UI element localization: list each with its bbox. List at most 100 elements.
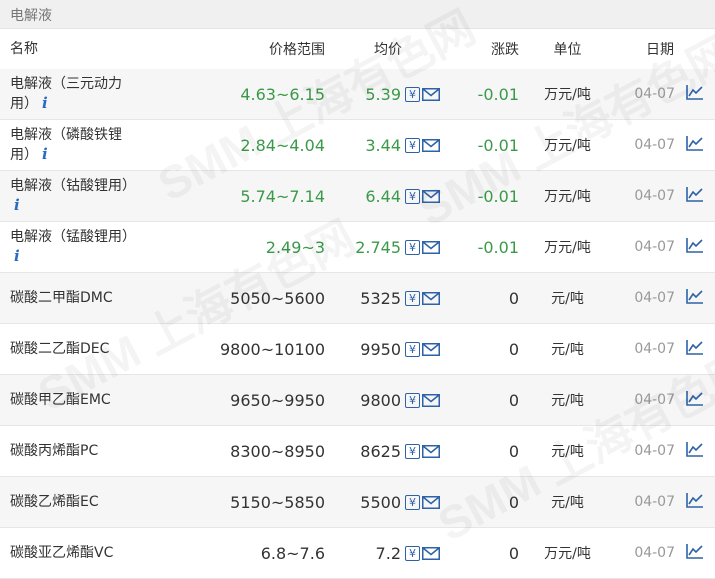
mail-icon[interactable] [422, 393, 440, 407]
product-name[interactable]: 电解液（三元动力 用） i [0, 69, 150, 120]
price-change: 0 [440, 425, 525, 477]
average-price-cell: 5.39 ¥ [325, 69, 440, 120]
yen-icon[interactable]: ¥ [405, 239, 420, 255]
table-row[interactable]: 电解液（锰酸锂用） i 2.49~3 2.745 ¥ -0.01 万元/吨 04-… [0, 221, 715, 273]
line-chart-icon[interactable] [686, 441, 704, 457]
table-row[interactable]: 碳酸二甲酯DMC 5050~5600 5325 ¥ 0 元/吨 04-07 [0, 272, 715, 324]
product-name[interactable]: 碳酸丙烯酯PC [0, 425, 150, 477]
average-price-cell: 5500 ¥ [325, 476, 440, 528]
unit: 万元/吨 [525, 221, 610, 273]
mail-icon[interactable] [422, 240, 440, 254]
price-range: 9800~10100 [150, 323, 325, 375]
chart-cell [675, 272, 715, 324]
yen-icon[interactable]: ¥ [405, 137, 420, 153]
yen-icon[interactable]: ¥ [405, 392, 420, 408]
price-range: 4.63~6.15 [150, 69, 325, 120]
header-unit: 单位 [525, 29, 610, 69]
unit: 元/吨 [525, 323, 610, 375]
unit: 元/吨 [525, 272, 610, 324]
price-range: 6.8~7.6 [150, 527, 325, 579]
average-price: 3.44 [365, 135, 401, 155]
mail-icon[interactable] [422, 546, 440, 560]
product-name[interactable]: 碳酸二甲酯DMC [0, 272, 150, 324]
date: 04-07 [610, 374, 675, 426]
mail-icon[interactable] [422, 87, 440, 101]
date: 04-07 [610, 527, 675, 579]
line-chart-icon[interactable] [686, 237, 704, 253]
line-chart-icon[interactable] [686, 186, 704, 202]
yen-icon[interactable]: ¥ [405, 188, 420, 204]
chart-cell [675, 323, 715, 375]
chart-cell [675, 425, 715, 477]
product-name[interactable]: 碳酸乙烯酯EC [0, 476, 150, 528]
product-name[interactable]: 碳酸二乙酯DEC [0, 323, 150, 375]
average-price: 5.39 [365, 84, 401, 104]
yen-icon[interactable]: ¥ [405, 494, 420, 510]
chart-cell [675, 476, 715, 528]
table-header-row: 名称 价格范围 均价 涨跌 单位 日期 [0, 29, 715, 69]
price-range: 5.74~7.14 [150, 170, 325, 222]
yen-icon[interactable]: ¥ [405, 545, 420, 561]
table-row[interactable]: 电解液（钴酸锂用） i 5.74~7.14 6.44 ¥ -0.01 万元/吨 0… [0, 170, 715, 222]
header-avg: 均价 [325, 29, 440, 69]
line-chart-icon[interactable] [686, 84, 704, 100]
table-row[interactable]: 碳酸二乙酯DEC 9800~10100 9950 ¥ 0 元/吨 04-07 [0, 323, 715, 375]
table-row[interactable]: 碳酸乙烯酯EC 5150~5850 5500 ¥ 0 元/吨 04-07 [0, 476, 715, 528]
price-table: 名称 价格范围 均价 涨跌 单位 日期 电解液（三元动力 用） i 4.63~6.1… [0, 29, 715, 579]
product-name[interactable]: 电解液（锰酸锂用） i [0, 221, 150, 273]
date: 04-07 [610, 221, 675, 273]
header-chart [675, 29, 715, 69]
info-icon[interactable]: i [42, 94, 48, 112]
yen-icon[interactable]: ¥ [405, 86, 420, 102]
unit: 万元/吨 [525, 170, 610, 222]
mail-icon[interactable] [422, 495, 440, 509]
line-chart-icon[interactable] [686, 288, 704, 304]
price-change: 0 [440, 323, 525, 375]
table-row[interactable]: 电解液（三元动力 用） i 4.63~6.15 5.39 ¥ -0.01 万元/吨 … [0, 69, 715, 120]
mail-icon[interactable] [422, 342, 440, 356]
average-price: 5325 [360, 288, 401, 308]
header-date: 日期 [610, 29, 675, 69]
date: 04-07 [610, 476, 675, 528]
date: 04-07 [610, 69, 675, 120]
mail-icon[interactable] [422, 138, 440, 152]
chart-cell [675, 374, 715, 426]
table-row[interactable]: 碳酸丙烯酯PC 8300~8950 8625 ¥ 0 元/吨 04-07 [0, 425, 715, 477]
table-row[interactable]: 电解液（磷酸铁锂 用） i 2.84~4.04 3.44 ¥ -0.01 万元/吨 … [0, 119, 715, 171]
mail-icon[interactable] [422, 189, 440, 203]
average-price: 8625 [360, 441, 401, 461]
product-name[interactable]: 碳酸甲乙酯EMC [0, 374, 150, 426]
chart-cell [675, 527, 715, 579]
price-range: 2.84~4.04 [150, 119, 325, 171]
average-price-cell: 3.44 ¥ [325, 119, 440, 171]
info-icon[interactable]: i [42, 145, 48, 163]
header-range: 价格范围 [150, 29, 325, 69]
table-row[interactable]: 碳酸甲乙酯EMC 9650~9950 9800 ¥ 0 元/吨 04-07 [0, 374, 715, 426]
price-range: 2.49~3 [150, 221, 325, 273]
unit: 万元/吨 [525, 69, 610, 120]
panel-header: 电解液 [0, 0, 715, 29]
yen-icon[interactable]: ¥ [405, 290, 420, 306]
line-chart-icon[interactable] [686, 390, 704, 406]
yen-icon[interactable]: ¥ [405, 341, 420, 357]
price-change: -0.01 [440, 170, 525, 222]
line-chart-icon[interactable] [686, 492, 704, 508]
price-change: 0 [440, 272, 525, 324]
product-name[interactable]: 电解液（钴酸锂用） i [0, 170, 150, 222]
table-row[interactable]: 碳酸亚乙烯酯VC 6.8~7.6 7.2 ¥ 0 万元/吨 04-07 [0, 527, 715, 579]
mail-icon[interactable] [422, 444, 440, 458]
product-name[interactable]: 电解液（磷酸铁锂 用） i [0, 119, 150, 171]
info-icon[interactable]: i [14, 196, 20, 214]
average-price-cell: 6.44 ¥ [325, 170, 440, 222]
yen-icon[interactable]: ¥ [405, 443, 420, 459]
line-chart-icon[interactable] [686, 135, 704, 151]
line-chart-icon[interactable] [686, 339, 704, 355]
average-price: 9800 [360, 390, 401, 410]
average-price: 5500 [360, 492, 401, 512]
product-name[interactable]: 碳酸亚乙烯酯VC [0, 527, 150, 579]
info-icon[interactable]: i [14, 247, 20, 265]
line-chart-icon[interactable] [686, 543, 704, 559]
mail-icon[interactable] [422, 291, 440, 305]
date: 04-07 [610, 425, 675, 477]
header-change: 涨跌 [440, 29, 525, 69]
